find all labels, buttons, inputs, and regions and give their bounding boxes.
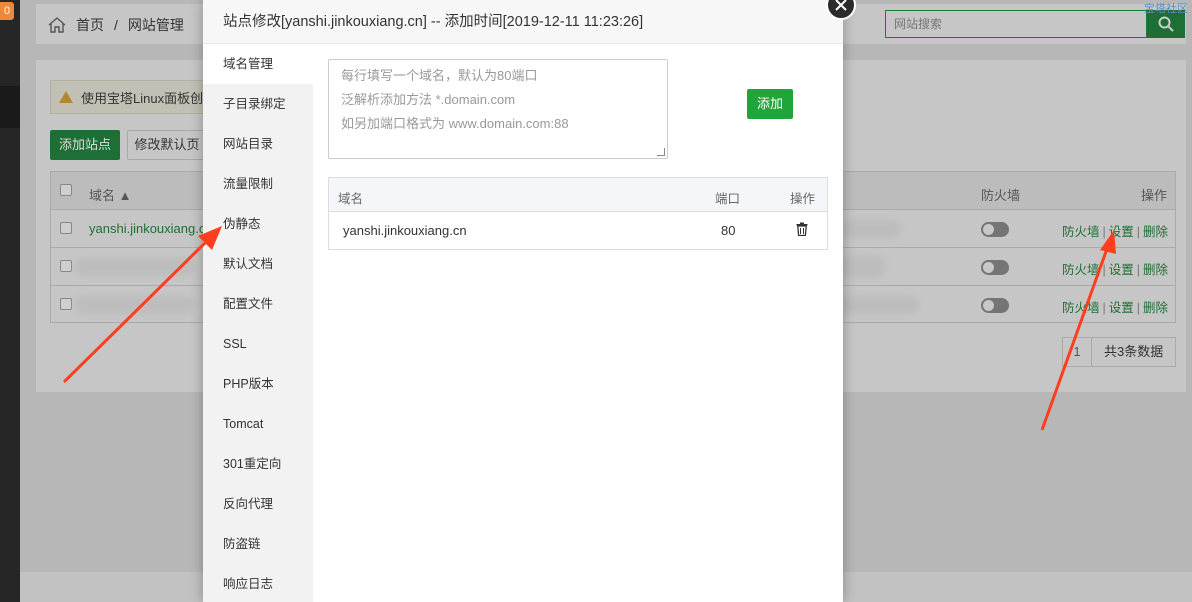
close-icon — [835, 0, 847, 11]
firewall-link[interactable]: 防火墙 — [1062, 301, 1100, 315]
delete-link[interactable]: 删除 — [1143, 225, 1168, 239]
firewall-toggle[interactable] — [981, 260, 1009, 275]
sidebar-item-default-doc[interactable]: 默认文档 — [203, 244, 313, 284]
redacted-domain — [75, 296, 195, 314]
column-header-firewall: 防火墙 — [981, 188, 1021, 203]
placeholder-line: 如另加端口格式为 www.domain.com:88 — [341, 116, 569, 131]
column-header-port: 端口 — [715, 192, 741, 206]
breadcrumb-home[interactable]: 首页 — [76, 15, 104, 35]
redacted-cell — [839, 296, 919, 314]
column-header-domain: 域名 — [338, 192, 364, 206]
domain-textarea[interactable]: 每行填写一个域名，默认为80端口 泛解析添加方法 *.domain.com 如另… — [328, 59, 668, 159]
settings-link[interactable]: 设置 — [1109, 301, 1134, 315]
row-checkbox[interactable] — [60, 298, 72, 310]
sidebar-item-rewrite[interactable]: 伪静态 — [203, 204, 313, 244]
redacted-cell — [837, 256, 885, 278]
placeholder-line: 每行填写一个域名，默认为80端口 — [341, 68, 538, 83]
firewall-toggle[interactable] — [981, 298, 1009, 313]
resize-handle[interactable] — [657, 148, 665, 156]
sidebar-item-subdir-binding[interactable]: 子目录绑定 — [203, 84, 313, 124]
dialog-sidebar: 域名管理 子目录绑定 网站目录 流量限制 伪静态 默认文档 配置文件 SSL P… — [203, 44, 313, 602]
sidebar-item-domain-management[interactable]: 域名管理 — [203, 44, 313, 84]
site-edit-dialog: 站点修改[yanshi.jinkouxiang.cn] -- 添加时间[2019… — [203, 0, 843, 602]
left-nav-active-item[interactable] — [0, 86, 20, 128]
site-search-input[interactable]: 网站搜索 — [885, 10, 1147, 38]
alert-banner: 使用宝塔Linux面板创 — [50, 80, 210, 114]
port-cell: 80 — [721, 223, 736, 238]
warning-icon — [59, 91, 73, 103]
sidebar-item-ssl[interactable]: SSL — [203, 324, 313, 364]
pagination: 1 共3条数据 — [1062, 337, 1177, 367]
domain-table-header: 域名 端口 操作 — [329, 178, 827, 212]
notification-badge[interactable]: 0 — [0, 2, 14, 20]
delete-link[interactable]: 删除 — [1143, 263, 1168, 277]
row-operations: 防火墙 | 设置 | 删除 — [1062, 225, 1169, 239]
firewall-link[interactable]: 防火墙 — [1062, 263, 1100, 277]
alert-text: 使用宝塔Linux面板创 — [81, 90, 204, 106]
left-nav: 0 — [0, 0, 20, 602]
search-icon — [1158, 16, 1174, 32]
sidebar-item-response-log[interactable]: 响应日志 — [203, 564, 313, 602]
firewall-link[interactable]: 防火墙 — [1062, 225, 1100, 239]
redacted-cell — [841, 220, 901, 238]
delete-domain-button[interactable] — [796, 222, 808, 239]
sidebar-item-hotlink-protection[interactable]: 防盗链 — [203, 524, 313, 564]
sidebar-item-301-redirect[interactable]: 301重定向 — [203, 444, 313, 484]
sidebar-item-traffic-limit[interactable]: 流量限制 — [203, 164, 313, 204]
firewall-toggle[interactable] — [981, 222, 1009, 237]
sidebar-item-site-directory[interactable]: 网站目录 — [203, 124, 313, 164]
row-operations: 防火墙 | 设置 | 删除 — [1062, 263, 1169, 277]
sidebar-item-php-version[interactable]: PHP版本 — [203, 364, 313, 404]
redacted-domain — [75, 258, 195, 276]
row-checkbox[interactable] — [60, 260, 72, 272]
settings-link[interactable]: 设置 — [1109, 225, 1134, 239]
placeholder-line: 泛解析添加方法 *.domain.com — [341, 92, 516, 107]
domain-cell: yanshi.jinkouxiang.cn — [343, 223, 467, 238]
community-link[interactable]: 宝塔社区 — [1144, 0, 1188, 16]
breadcrumb: 首页 / 网站管理 — [48, 15, 184, 35]
add-site-button[interactable]: 添加站点 — [50, 130, 120, 160]
delete-link[interactable]: 删除 — [1143, 301, 1168, 315]
domain-list-table: 域名 端口 操作 yanshi.jinkouxiang.cn 80 — [328, 177, 828, 250]
page-number[interactable]: 1 — [1062, 337, 1092, 367]
breadcrumb-separator: / — [114, 17, 118, 33]
dialog-title: 站点修改[yanshi.jinkouxiang.cn] -- 添加时间[2019… — [203, 0, 843, 44]
site-domain-link[interactable]: yanshi.jinkouxiang.c — [89, 221, 205, 236]
home-icon[interactable] — [48, 17, 66, 33]
sidebar-item-reverse-proxy[interactable]: 反向代理 — [203, 484, 313, 524]
modify-default-page-button[interactable]: 修改默认页 — [127, 130, 207, 160]
sidebar-item-config-file[interactable]: 配置文件 — [203, 284, 313, 324]
total-count: 共3条数据 — [1092, 337, 1177, 367]
column-header-action: 操作 — [790, 192, 816, 206]
sidebar-item-tomcat[interactable]: Tomcat — [203, 404, 313, 444]
breadcrumb-current: 网站管理 — [127, 17, 184, 33]
column-header-domain[interactable]: 域名 ▲ — [89, 185, 131, 204]
row-checkbox[interactable] — [60, 222, 72, 234]
row-operations: 防火墙 | 设置 | 删除 — [1062, 301, 1169, 315]
select-all-checkbox[interactable] — [60, 184, 72, 196]
table-row: yanshi.jinkouxiang.cn 80 — [329, 212, 827, 250]
add-domain-button[interactable]: 添加 — [747, 89, 793, 119]
settings-link[interactable]: 设置 — [1109, 263, 1134, 277]
trash-icon — [796, 222, 808, 237]
column-header-operations: 操作 — [1141, 188, 1168, 203]
